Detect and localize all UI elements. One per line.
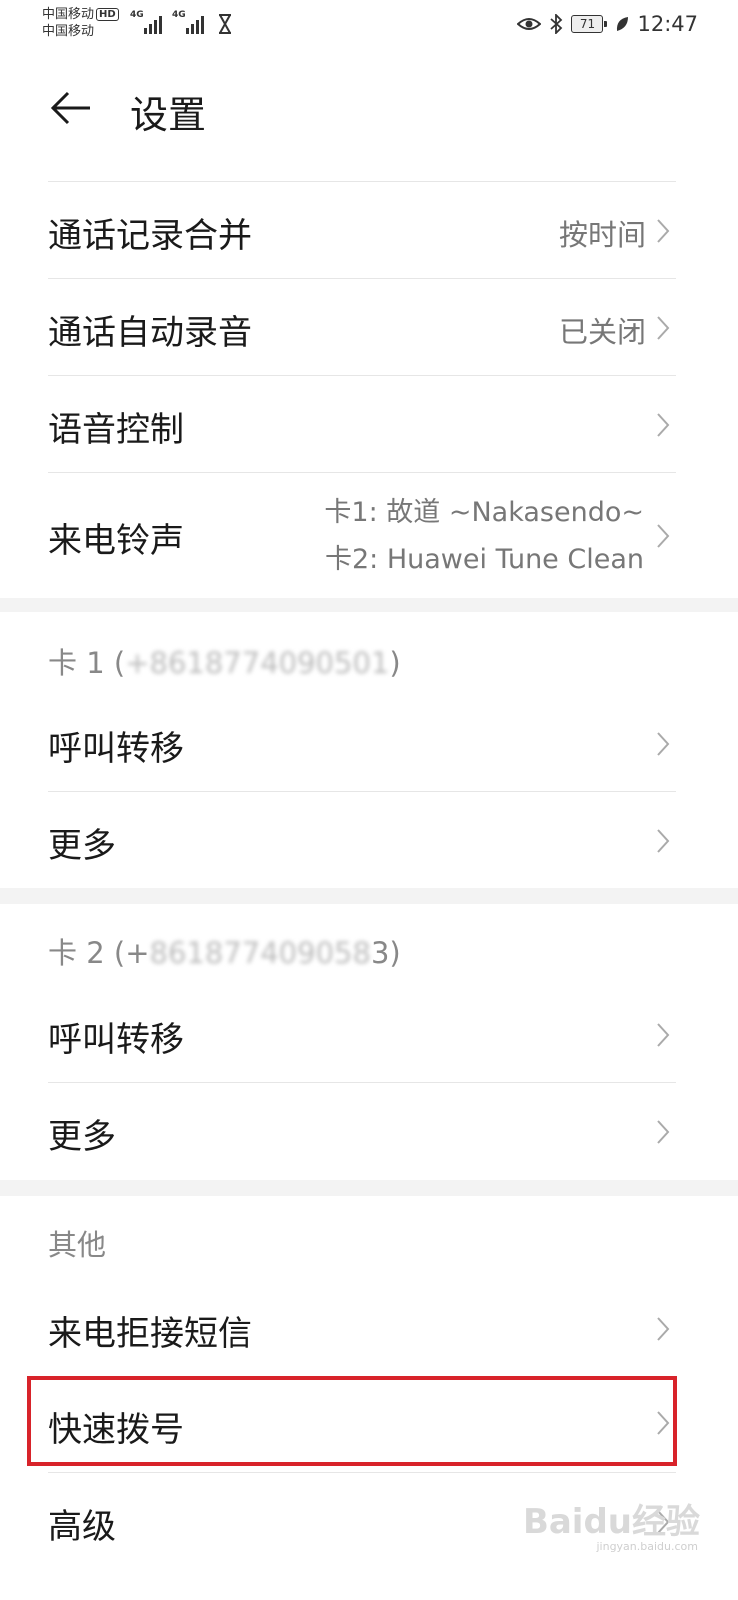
status-right: 71 12:47: [517, 12, 698, 36]
row-label: 通话记录合并: [48, 216, 252, 256]
watermark-url: jingyan.baidu.com: [596, 1540, 698, 1553]
signal-2-icon: 4G: [172, 10, 208, 34]
card1-header: 卡 1 (+8618774090501): [48, 646, 401, 680]
chevron-right-icon: [657, 1317, 670, 1341]
page-title: 设置: [130, 93, 207, 137]
section-divider: [0, 888, 738, 904]
row-value: 已关闭: [558, 315, 646, 349]
ringtone-sim1: 卡1: 故道 ~Nakasendo~: [324, 497, 644, 528]
leaf-icon: [617, 17, 629, 31]
row-label: 来电铃声: [48, 521, 184, 561]
chevron-right-icon: [657, 1120, 670, 1144]
row-label: 呼叫转移: [48, 729, 184, 769]
voice-control-row[interactable]: 语音控制: [48, 375, 676, 472]
app-header: 设置: [0, 72, 738, 144]
chevron-right-icon: [657, 524, 670, 548]
hourglass-icon: [219, 14, 231, 34]
ringtone-sim2: 卡2: Huawei Tune Clean: [324, 544, 644, 575]
row-label: 来电拒接短信: [48, 1314, 252, 1354]
clock: 12:47: [637, 12, 698, 36]
carrier-1: 中国移动: [42, 7, 95, 22]
row-label: 更多: [48, 1117, 116, 1157]
status-bar: 中国移动 HD 中国移动 4G 4G 71 12:47: [0, 0, 738, 48]
bluetooth-icon: [550, 14, 563, 34]
masked-number: 861877409058: [149, 936, 371, 970]
row-label: 更多: [48, 826, 116, 866]
baidu-watermark: Baidu经验: [522, 1502, 700, 1542]
row-label: 语音控制: [48, 410, 184, 450]
reject-sms-row[interactable]: 来电拒接短信: [48, 1280, 676, 1376]
section-divider: [0, 598, 738, 612]
battery-icon: 71: [571, 15, 608, 33]
signal-1-icon: 4G: [130, 10, 166, 34]
card2-call-forwarding-row[interactable]: 呼叫转移: [48, 986, 676, 1082]
hd-badge: HD: [96, 8, 119, 21]
chevron-right-icon: [657, 1023, 670, 1047]
masked-number: +8618774090501: [125, 646, 390, 680]
chevron-right-icon: [657, 732, 670, 756]
chevron-right-icon: [657, 316, 670, 340]
card2-header: 卡 2 (+8618774090583): [48, 936, 401, 970]
carrier-info: 中国移动 HD 中国移动: [42, 6, 119, 40]
row-label: 高级: [48, 1507, 116, 1547]
call-log-merge-row[interactable]: 通话记录合并 按时间: [48, 181, 676, 278]
section-divider: [0, 1180, 738, 1196]
auto-record-row[interactable]: 通话自动录音 已关闭: [48, 278, 676, 375]
row-label: 呼叫转移: [48, 1020, 184, 1060]
card1-more-row[interactable]: 更多: [48, 791, 676, 888]
row-value: 按时间: [558, 218, 646, 252]
back-arrow-icon[interactable]: [48, 88, 92, 128]
other-header: 其他: [48, 1228, 107, 1262]
row-label: 通话自动录音: [48, 313, 252, 353]
card2-more-row[interactable]: 更多: [48, 1082, 676, 1179]
card1-call-forwarding-row[interactable]: 呼叫转移: [48, 695, 676, 791]
chevron-right-icon: [657, 829, 670, 853]
eye-icon: [517, 18, 542, 30]
ringtone-row[interactable]: 来电铃声 卡1: 故道 ~Nakasendo~ 卡2: Huawei Tune …: [48, 472, 676, 597]
carrier-2: 中国移动: [42, 24, 95, 39]
highlight-box: [27, 1376, 677, 1466]
chevron-right-icon: [657, 219, 670, 243]
chevron-right-icon: [657, 413, 670, 437]
